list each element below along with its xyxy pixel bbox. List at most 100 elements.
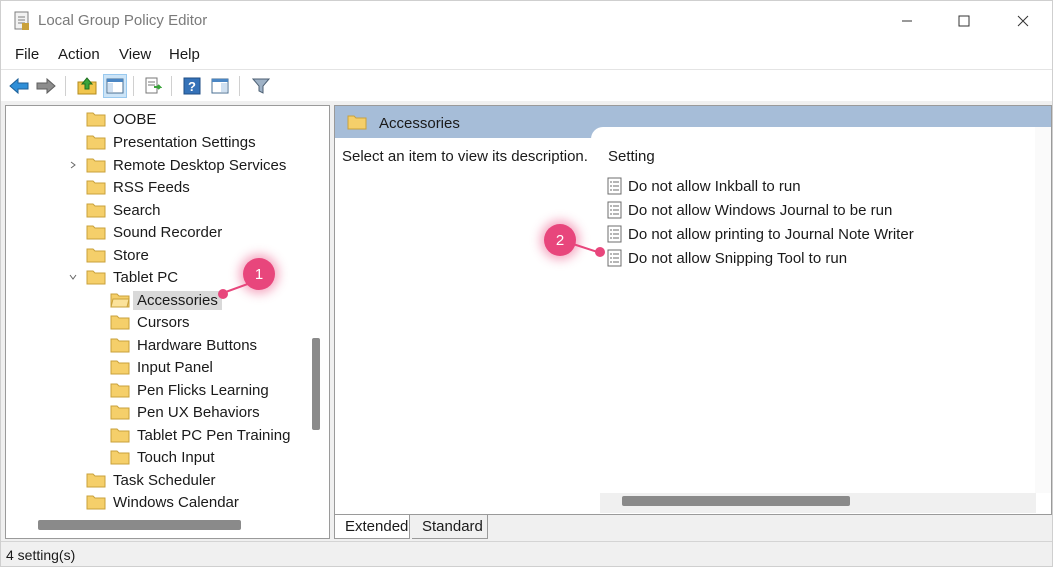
menu-bar: File Action View Help	[1, 41, 1052, 69]
tree-vertical-scrollbar[interactable]	[310, 106, 329, 518]
folder-icon	[110, 315, 130, 330]
tree-item-cursors[interactable]: Cursors	[110, 311, 190, 333]
folder-icon	[86, 203, 106, 218]
export-list-button[interactable]	[141, 74, 165, 98]
close-button[interactable]	[994, 1, 1052, 41]
tree-item-label: Search	[113, 201, 161, 219]
tree-vertical-scroll-thumb[interactable]	[312, 338, 320, 430]
tree-item-label: Tablet PC Pen Training	[137, 426, 291, 444]
tree-item-rss-feeds[interactable]: RSS Feeds	[86, 176, 190, 198]
tree-item-windows-calendar[interactable]: Windows Calendar	[86, 491, 239, 513]
annotation-2-badge: 2	[544, 224, 576, 256]
setting-row[interactable]: Do not allow Inkball to run	[607, 175, 801, 197]
folder-icon	[110, 383, 130, 398]
annotation-1-badge: 1	[243, 258, 275, 290]
tree-item-tablet-pc-pen-training[interactable]: Tablet PC Pen Training	[110, 424, 290, 446]
policy-setting-icon	[607, 225, 622, 243]
tab-standard[interactable]: Standard	[412, 515, 488, 539]
maximize-button[interactable]	[935, 1, 993, 41]
folder-open-icon	[110, 293, 130, 308]
folder-icon	[86, 473, 106, 488]
up-one-level-button[interactable]	[75, 74, 99, 98]
maximize-icon	[958, 15, 970, 27]
setting-row[interactable]: Do not allow printing to Journal Note Wr…	[607, 223, 914, 245]
column-header-setting[interactable]: Setting	[608, 148, 655, 165]
policy-setting-icon	[607, 177, 622, 195]
up-folder-icon	[77, 77, 97, 95]
tree-item-label: Pen UX Behaviors	[137, 403, 260, 421]
folder-icon	[110, 338, 130, 353]
tree-item-input-panel[interactable]: Input Panel	[110, 356, 213, 378]
menu-file[interactable]: File	[15, 46, 39, 63]
tree-item-label: Hardware Buttons	[137, 336, 258, 354]
show-hide-tree-button[interactable]	[103, 74, 127, 98]
tree-item-store[interactable]: Store	[86, 244, 149, 266]
tree-item-search[interactable]: Search	[86, 199, 161, 221]
folder-icon	[86, 112, 106, 127]
filter-button[interactable]	[249, 74, 273, 98]
tree-item-oobe[interactable]: OOBE	[86, 108, 156, 130]
setting-label: Do not allow Windows Journal to be run	[628, 201, 893, 219]
tree-item-label: Presentation Settings	[113, 133, 256, 151]
tree-item-sound-recorder[interactable]: Sound Recorder	[86, 221, 222, 243]
annotation-1-dot	[218, 289, 228, 299]
settings-vertical-scrollbar[interactable]	[1035, 127, 1051, 493]
tree-item-label: Store	[113, 246, 149, 264]
collapse-chevron-button[interactable]	[68, 272, 78, 282]
toolbar-separator	[133, 76, 134, 96]
tree-item-presentation-settings[interactable]: Presentation Settings	[86, 131, 256, 153]
tree-item-task-scheduler[interactable]: Task Scheduler	[86, 469, 216, 491]
show-hide-tree-icon	[106, 78, 124, 94]
folder-icon	[347, 115, 367, 130]
menu-view[interactable]: View	[119, 46, 151, 63]
policy-setting-icon	[607, 249, 622, 267]
extended-view-button[interactable]	[208, 74, 232, 98]
folder-icon	[86, 495, 106, 510]
tree-item-label: Task Scheduler	[113, 471, 216, 489]
menu-action[interactable]: Action	[58, 46, 100, 63]
expand-chevron-button[interactable]	[68, 160, 78, 170]
tree-item-label: RSS Feeds	[113, 178, 190, 196]
tree-pane: OOBE Presentation Settings Remote Deskto…	[5, 105, 330, 539]
tree-item-touch-input[interactable]: Touch Input	[110, 446, 215, 468]
setting-label: Do not allow printing to Journal Note Wr…	[628, 225, 914, 243]
folder-icon	[110, 405, 130, 420]
back-button[interactable]	[7, 74, 31, 98]
status-text: 4 setting(s)	[6, 547, 76, 563]
forward-arrow-icon	[36, 77, 56, 95]
tree-item-label: Touch Input	[137, 448, 215, 466]
minimize-icon	[902, 20, 912, 22]
menu-help[interactable]: Help	[169, 46, 200, 63]
chevron-right-icon	[70, 161, 76, 169]
tree-item-hardware-buttons[interactable]: Hardware Buttons	[110, 334, 257, 356]
tree-horizontal-scroll-thumb[interactable]	[38, 520, 241, 530]
tree-item-tablet-pc[interactable]: Tablet PC	[86, 266, 178, 288]
setting-label: Do not allow Snipping Tool to run	[628, 249, 848, 267]
chevron-down-icon	[69, 274, 77, 280]
tree-item-label: Cursors	[137, 313, 190, 331]
folder-icon	[86, 180, 106, 195]
forward-button[interactable]	[34, 74, 58, 98]
folder-icon	[110, 428, 130, 443]
settings-list: Setting Do not allow Inkball to run Do n…	[591, 127, 1051, 514]
setting-row[interactable]: Do not allow Windows Journal to be run	[607, 199, 892, 221]
settings-horizontal-scroll-thumb[interactable]	[622, 496, 850, 506]
minimize-button[interactable]	[878, 1, 936, 41]
tab-extended[interactable]: Extended	[334, 515, 410, 539]
help-button[interactable]: ?	[180, 74, 204, 98]
details-pane: Accessories Select an item to view its d…	[334, 105, 1052, 515]
close-icon	[1017, 15, 1029, 27]
tree-item-pen-flicks-learning[interactable]: Pen Flicks Learning	[110, 379, 269, 401]
folder-icon	[86, 158, 106, 173]
setting-label: Do not allow Inkball to run	[628, 177, 801, 195]
tree-item-accessories[interactable]: Accessories	[110, 289, 222, 311]
tree-item-remote-desktop-services[interactable]: Remote Desktop Services	[86, 154, 286, 176]
app-window: Local Group Policy Editor File Action Vi…	[0, 0, 1053, 567]
annotation-2-dot	[595, 247, 605, 257]
toolbar-separator	[171, 76, 172, 96]
policy-setting-icon	[607, 201, 622, 219]
help-icon: ?	[183, 77, 201, 95]
folder-icon	[86, 248, 106, 263]
setting-row[interactable]: Do not allow Snipping Tool to run	[607, 247, 847, 269]
tree-item-pen-ux-behaviors[interactable]: Pen UX Behaviors	[110, 401, 260, 423]
